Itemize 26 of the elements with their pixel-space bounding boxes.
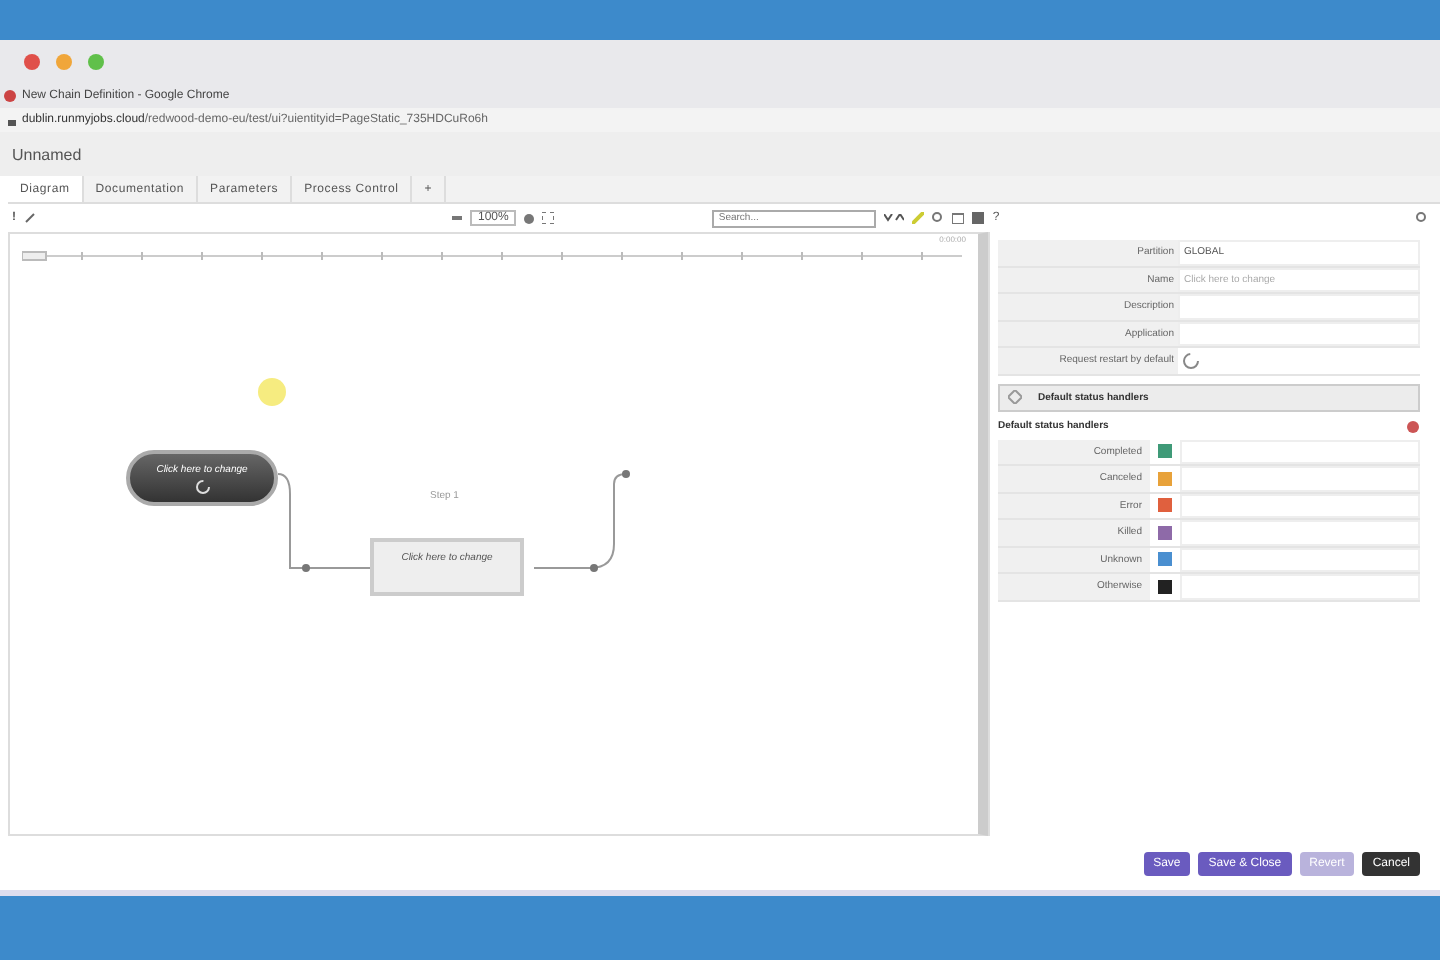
cursor-highlight-icon [258, 378, 286, 406]
maximize-dot[interactable] [88, 54, 104, 70]
fit-icon[interactable] [542, 212, 555, 224]
status-swatch[interactable] [1158, 552, 1172, 567]
app-logo-icon [4, 90, 16, 102]
lock-icon [8, 115, 16, 125]
status-swatch[interactable] [1158, 579, 1172, 594]
status-swatch[interactable] [1158, 498, 1172, 513]
handler-input[interactable] [1180, 493, 1420, 518]
field-input[interactable] [1178, 294, 1420, 319]
handler-input[interactable] [1180, 520, 1420, 545]
status-swatch[interactable] [1158, 471, 1172, 486]
collapsed-icon[interactable] [1008, 390, 1022, 404]
status-swatch[interactable] [1158, 444, 1172, 459]
restart-icon [195, 480, 209, 494]
handler-input[interactable] [1180, 574, 1420, 599]
zoom-out-icon[interactable] [452, 215, 462, 221]
handler-input[interactable] [1180, 466, 1420, 491]
close-dot[interactable] [24, 54, 40, 70]
chevron-icon[interactable] [884, 214, 905, 222]
handler-input[interactable] [1180, 439, 1420, 464]
minimize-dot[interactable] [56, 54, 72, 70]
handler-input[interactable] [1180, 547, 1420, 572]
restart-icon[interactable] [1182, 351, 1200, 370]
status-swatch[interactable] [1158, 525, 1172, 540]
field-input[interactable] [1178, 321, 1420, 346]
